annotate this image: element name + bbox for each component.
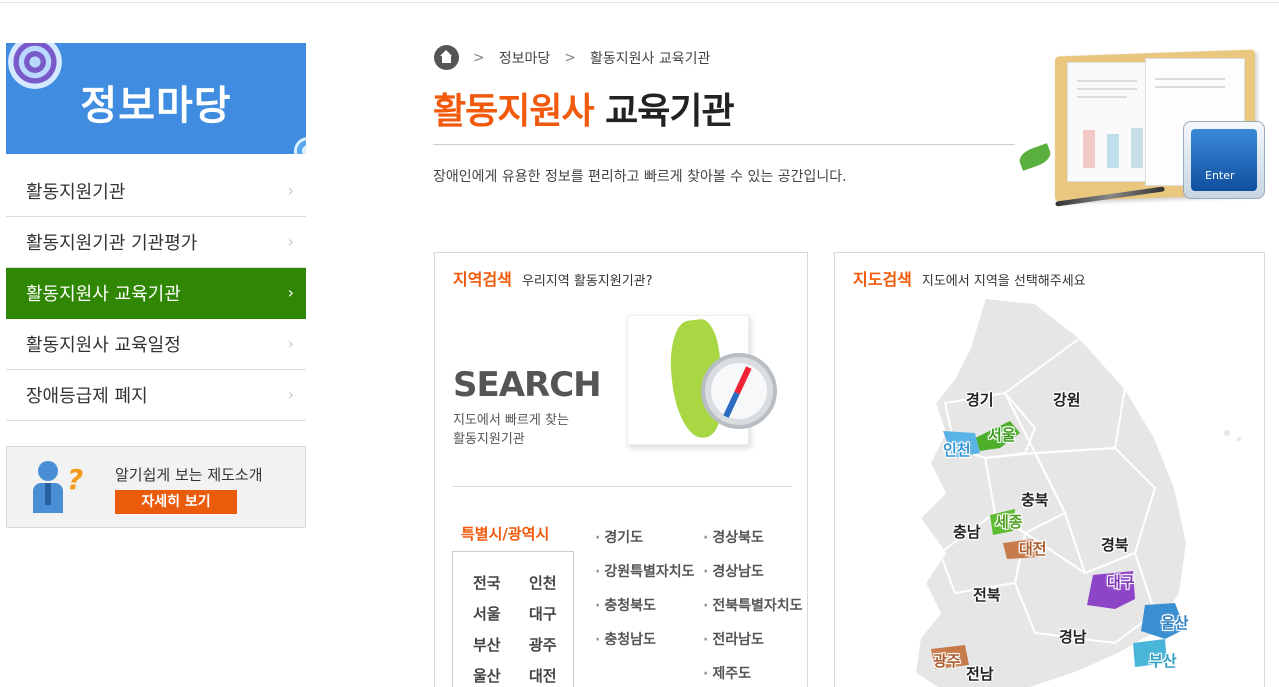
metro-link-busan[interactable]: 부산 [473, 634, 529, 655]
breadcrumb-item[interactable]: 활동지원사 교육기관 [590, 48, 710, 68]
compass-icon [701, 353, 777, 429]
region-jeonnam[interactable]: 전남 [966, 663, 994, 684]
province-link[interactable]: 충청북도 [595, 595, 695, 629]
breadcrumb-separator: > [564, 49, 576, 66]
region-gyeongbuk[interactable]: 경북 [1101, 534, 1129, 555]
map-search-subheading: 지도에서 지역을 선택해주세요 [921, 274, 1086, 289]
region-incheon[interactable]: 인천 [943, 439, 971, 460]
metro-link-daegu[interactable]: 대구 [529, 603, 569, 624]
search-graphic-title: SEARCH [453, 365, 602, 405]
search-sub-line: 지도에서 빠르게 찾는 [453, 413, 569, 428]
region-gyeongnam[interactable]: 경남 [1059, 626, 1087, 647]
chevron-right-icon: › [287, 181, 294, 200]
sidebar-item-label: 활동지원사 교육기관 [26, 284, 181, 305]
metro-link-daejeon[interactable]: 대전 [529, 665, 569, 686]
region-daegu[interactable]: 대구 [1107, 571, 1135, 592]
view-details-button[interactable]: 자세히 보기 [115, 490, 237, 514]
metro-link-seoul[interactable]: 서울 [473, 603, 529, 624]
region-ulsan[interactable]: 울산 [1161, 612, 1189, 633]
promo-text: 알기쉽게 보는 제도소개 [115, 466, 263, 484]
metro-city-title: 특별시/광역시 [461, 525, 550, 543]
metro-link-incheon[interactable]: 인천 [529, 572, 569, 593]
sidebar-item-label: 활동지원기관 [26, 182, 126, 203]
region-gangwon[interactable]: 강원 [1053, 389, 1081, 410]
system-intro-promo: ? 알기쉽게 보는 제도소개 자세히 보기 [6, 446, 306, 528]
province-link[interactable]: 경상북도 [703, 527, 803, 561]
page-title-highlight: 활동지원사 [433, 91, 595, 132]
province-link[interactable]: 제주도 [703, 663, 803, 687]
region-jeonbuk[interactable]: 전북 [973, 584, 1001, 605]
title-divider [433, 144, 1015, 145]
metro-link-gwangju[interactable]: 광주 [529, 634, 569, 655]
person-icon [31, 461, 65, 513]
metro-city-list: 전국 인천 서울 대구 부산 광주 울산 대전 [452, 551, 574, 687]
sidebar-item-label: 활동지원기관 기관평가 [26, 233, 198, 254]
region-busan[interactable]: 부산 [1149, 650, 1177, 671]
leaf-icon [1016, 143, 1054, 171]
search-sub-line: 활동지원기관 [453, 432, 525, 447]
page-title: 활동지원사 교육기관 [433, 82, 735, 134]
sidebar-item-training-schedule[interactable]: 활동지원사 교육일정 › [6, 319, 306, 370]
top-divider [0, 0, 1279, 3]
korea-map[interactable] [835, 253, 1266, 687]
province-link[interactable]: 강원특별자치도 [595, 561, 694, 595]
sidebar-item-training-institution[interactable]: 활동지원사 교육기관 › [6, 268, 306, 319]
enter-key-label: Enter [1191, 129, 1257, 191]
region-search-subheading: 우리지역 활동지원기관? [521, 274, 653, 289]
swirl-decoration-icon [294, 137, 306, 154]
province-list-col1: 경기도 강원특별자치도 충청북도 충청남도 [595, 527, 695, 663]
region-search-panel: 지역검색 우리지역 활동지원기관? SEARCH 지도에서 빠르게 찾는 활동지… [434, 252, 808, 687]
chevron-right-icon: › [287, 385, 294, 404]
breadcrumb-item[interactable]: 정보마당 [499, 48, 551, 68]
chevron-right-icon: › [287, 334, 294, 353]
map-search-header: 지도검색 지도에서 지역을 선택해주세요 [853, 266, 1086, 290]
sidebar-banner: 정보마당 [6, 43, 306, 154]
breadcrumb-separator: > [473, 49, 485, 66]
folder-illustration: Enter [1015, 48, 1275, 213]
region-seoul[interactable]: 서울 [988, 424, 1016, 445]
breadcrumb: > 정보마당 > 활동지원사 교육기관 [434, 45, 724, 70]
panel-divider [452, 486, 792, 487]
sidebar-menu: 활동지원기관 › 활동지원기관 기관평가 › 활동지원사 교육기관 › 활동지원사 교… [6, 166, 306, 421]
region-sejong[interactable]: 세종 [995, 511, 1023, 532]
region-search-heading: 지역검색 [453, 270, 512, 289]
sidebar-item-agency-evaluation[interactable]: 활동지원기관 기관평가 › [6, 217, 306, 268]
province-link[interactable]: 경상남도 [703, 561, 803, 595]
region-search-header: 지역검색 우리지역 활동지원기관? [453, 266, 653, 290]
province-link[interactable]: 충청남도 [595, 629, 695, 663]
chevron-right-icon: › [287, 232, 294, 251]
map-search-heading: 지도검색 [853, 270, 912, 289]
page-title-rest: 교육기관 [605, 91, 734, 132]
province-link[interactable]: 경기도 [595, 527, 695, 561]
region-daejeon[interactable]: 대전 [1019, 538, 1047, 559]
sidebar-item-support-agency[interactable]: 활동지원기관 › [6, 166, 306, 217]
search-graphic-subtitle: 지도에서 빠르게 찾는 활동지원기관 [453, 411, 569, 449]
region-gwangju[interactable]: 광주 [933, 650, 961, 671]
sidebar-title: 정보마당 [80, 83, 232, 129]
sidebar-item-grade-abolition[interactable]: 장애등급제 폐지 › [6, 370, 306, 421]
page-description: 장애인에게 유용한 정보를 편리하고 빠르게 찾아볼 수 있는 공간입니다. [433, 169, 847, 185]
map-search-panel: 지도검색 지도에서 지역을 선택해주세요 경기 강원 서울 인천 충북 세종 충… [834, 252, 1265, 687]
province-link[interactable]: 전라남도 [703, 629, 803, 663]
metro-link-nationwide[interactable]: 전국 [473, 572, 529, 593]
province-link[interactable]: 전북특별자치도 [703, 595, 802, 629]
sidebar-item-label: 활동지원사 교육일정 [26, 335, 181, 356]
home-icon[interactable] [434, 45, 459, 70]
sidebar-item-label: 장애등급제 폐지 [26, 386, 148, 407]
region-gyeonggi[interactable]: 경기 [966, 389, 994, 410]
region-chungbuk[interactable]: 충북 [1021, 489, 1049, 510]
province-list-col2: 경상북도 경상남도 전북특별자치도 전라남도 제주도 [703, 527, 803, 687]
chevron-right-icon: › [287, 283, 294, 302]
region-chungnam[interactable]: 충남 [953, 521, 981, 542]
question-mark-icon: ? [67, 463, 84, 496]
metro-link-ulsan[interactable]: 울산 [473, 665, 529, 686]
